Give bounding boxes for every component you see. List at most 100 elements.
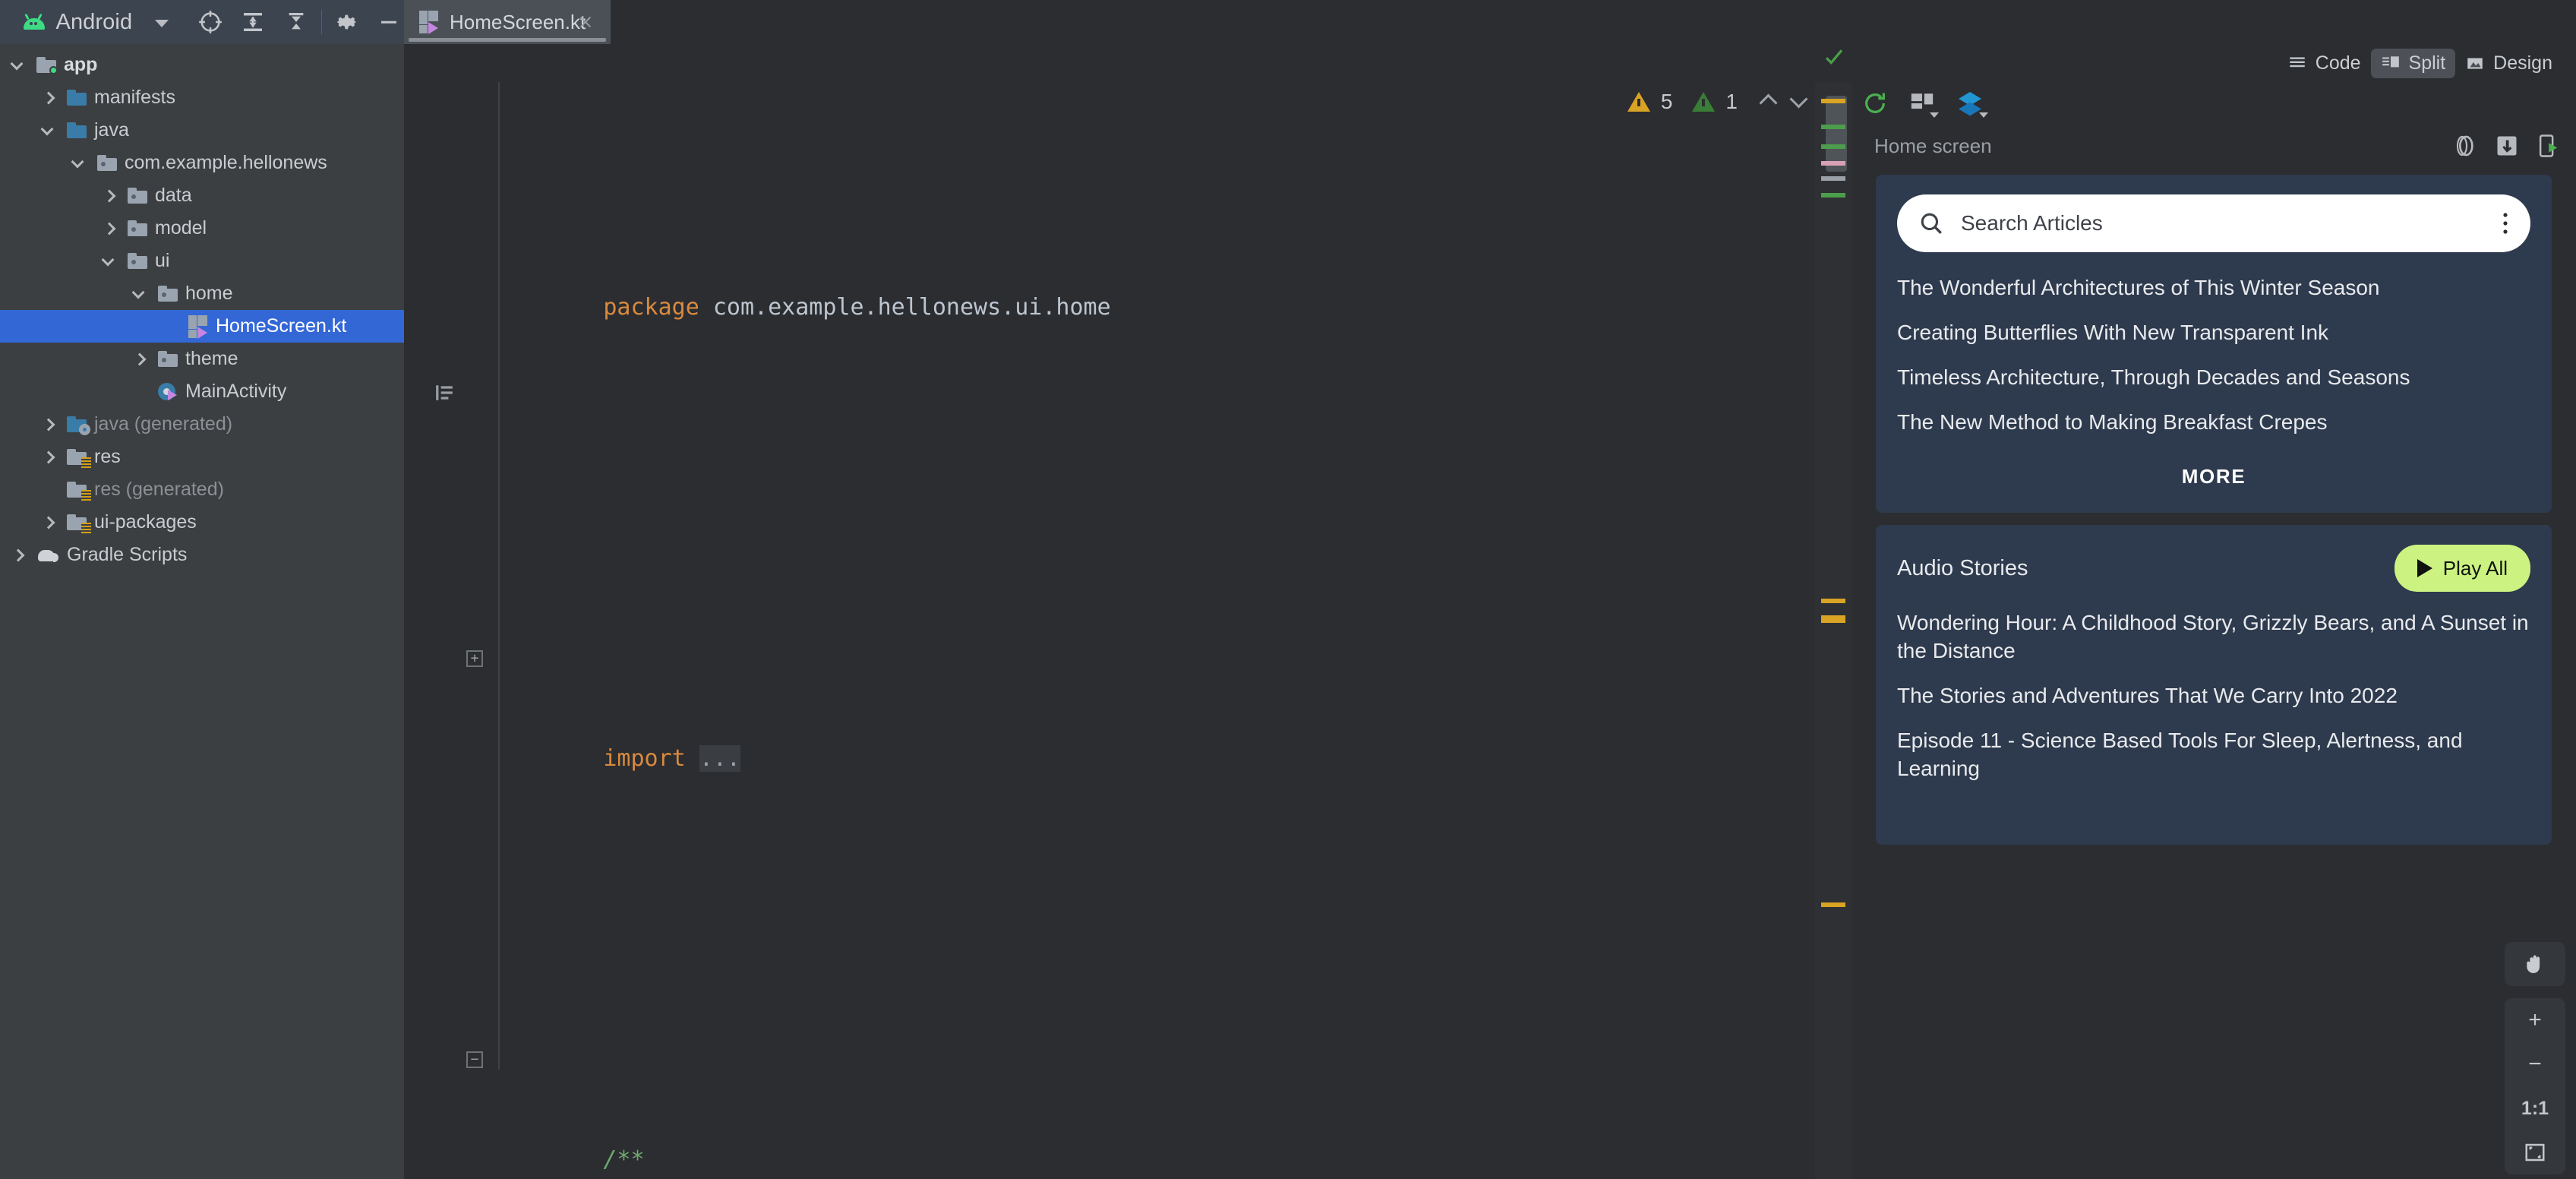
warning-triangle-green[interactable]: [1692, 92, 1716, 112]
chevron-right-icon[interactable]: [41, 90, 56, 106]
stripe-marker-change[interactable]: [1821, 161, 1845, 166]
chevron-down-icon[interactable]: [155, 19, 169, 27]
tree-item-mainactivity[interactable]: MainActivity: [0, 375, 404, 408]
tree-item-model[interactable]: model: [0, 212, 404, 245]
tree-item-ui[interactable]: ui: [0, 245, 404, 277]
chevron-down-icon[interactable]: [1789, 92, 1809, 112]
tab-homescreen-kt[interactable]: HomeScreen.kt: [404, 0, 611, 44]
compose-preview-pane[interactable]: Home screen Search Articles The Wonderfu…: [1852, 82, 2576, 1179]
chevron-up-icon[interactable]: [1759, 92, 1779, 112]
audio-story-item[interactable]: Wondering Hour: A Childhood Story, Grizz…: [1897, 608, 2530, 665]
zoom-in-button[interactable]: +: [2505, 998, 2565, 1042]
search-input[interactable]: Search Articles: [1961, 211, 2485, 235]
kotlin-file-icon: [419, 11, 439, 34]
audio-story-item[interactable]: Episode 11 - Science Based Tools For Sle…: [1897, 726, 2530, 782]
refresh-icon[interactable]: [1862, 90, 1888, 116]
play-all-button[interactable]: Play All: [2394, 545, 2530, 592]
chevron-right-icon[interactable]: [41, 417, 56, 432]
article-item[interactable]: The Wonderful Architectures of This Wint…: [1897, 273, 2530, 302]
tree-item-homescreen-kt[interactable]: HomeScreen.kt: [0, 310, 404, 343]
project-selector-area: Android: [0, 0, 404, 44]
code-line-kdoc-open: − /**: [466, 1035, 1830, 1173]
target-icon[interactable]: [194, 5, 226, 39]
tree-item-data[interactable]: data: [0, 179, 404, 212]
source-code[interactable]: package com.example.hellonews.ui.home + …: [466, 82, 1830, 1179]
tree-label: ui-packages: [94, 511, 197, 533]
stripe-marker-info[interactable]: [1821, 144, 1845, 149]
warning-count: 5: [1660, 90, 1673, 113]
chevron-right-icon[interactable]: [11, 548, 26, 563]
animation-preview-icon[interactable]: [2453, 134, 2477, 158]
editor-gutter[interactable]: [404, 82, 488, 1179]
fold-collapse-icon[interactable]: −: [466, 1051, 483, 1068]
tree-item-theme[interactable]: theme: [0, 343, 404, 375]
tree-item-home[interactable]: home: [0, 277, 404, 310]
article-item[interactable]: Timeless Architecture, Through Decades a…: [1897, 363, 2530, 391]
structure-marker-icon[interactable]: [433, 383, 456, 403]
view-mode-design[interactable]: Design: [2455, 49, 2562, 78]
tree-item-app[interactable]: app: [0, 49, 404, 81]
scrollbar-thumb[interactable]: [1826, 96, 1847, 172]
view-mode-code[interactable]: Code: [2278, 49, 2371, 78]
close-icon[interactable]: [577, 14, 594, 30]
inspection-widget: 5 1: [1627, 90, 1809, 114]
deploy-preview-icon[interactable]: [2537, 134, 2559, 158]
search-bar[interactable]: Search Articles: [1897, 194, 2530, 252]
split-view-icon: [2382, 56, 2399, 68]
stripe-marker-other[interactable]: [1821, 176, 1845, 181]
tree-item-res-generated[interactable]: res (generated): [0, 473, 404, 506]
chevron-right-icon[interactable]: [102, 188, 117, 204]
minimize-icon[interactable]: [373, 5, 404, 39]
chevron-down-icon[interactable]: [102, 254, 117, 269]
stripe-marker-warning[interactable]: [1821, 615, 1845, 623]
stripe-marker-warning[interactable]: [1821, 902, 1845, 907]
preview-canvas[interactable]: Search Articles The Wonderful Architectu…: [1852, 167, 2576, 845]
zoom-out-button[interactable]: −: [2505, 1042, 2565, 1086]
stripe-marker-info[interactable]: [1821, 193, 1845, 198]
stripe-marker-warning[interactable]: [1821, 99, 1845, 103]
chevron-down-icon[interactable]: [41, 123, 56, 138]
warning-triangle-yellow[interactable]: [1627, 92, 1650, 112]
chevron-right-icon[interactable]: [102, 221, 117, 236]
chevron-right-icon[interactable]: [41, 450, 56, 465]
gear-icon[interactable]: [331, 5, 362, 39]
more-button[interactable]: MORE: [1897, 465, 2530, 488]
more-vertical-icon[interactable]: [2502, 210, 2509, 236]
tree-item-res[interactable]: res: [0, 441, 404, 473]
expand-all-icon[interactable]: [238, 5, 269, 39]
stripe-marker-warning[interactable]: [1821, 599, 1845, 603]
collapse-all-icon[interactable]: [281, 5, 312, 39]
article-item[interactable]: Creating Butterflies With New Transparen…: [1897, 318, 2530, 346]
analysis-scrollbar[interactable]: [1815, 49, 1852, 1179]
tree-item-java-generated[interactable]: java (generated): [0, 408, 404, 441]
hand-pan-icon[interactable]: [2505, 942, 2565, 986]
package-path: com.example.hellonews.ui.home: [699, 294, 1111, 321]
chevron-down-icon[interactable]: [11, 58, 26, 73]
fold-expand-icon[interactable]: +: [466, 650, 483, 667]
audio-story-item[interactable]: The Stories and Adventures That We Carry…: [1897, 681, 2530, 710]
tree-item-ui-packages[interactable]: ui-packages: [0, 506, 404, 539]
stripe-marker-info[interactable]: [1821, 125, 1845, 129]
code-editor[interactable]: package com.example.hellonews.ui.home + …: [404, 82, 1832, 1179]
interactive-preview-icon[interactable]: [2496, 134, 2518, 157]
layout-grid-icon[interactable]: [1909, 90, 1939, 118]
chevron-down-icon[interactable]: [71, 156, 87, 171]
actual-size-button[interactable]: 1:1: [2505, 1086, 2565, 1130]
chevron-down-icon[interactable]: [132, 286, 147, 302]
collapsed-imports[interactable]: ...: [699, 745, 740, 772]
article-item[interactable]: The New Method to Making Breakfast Crepe…: [1897, 408, 2530, 436]
layers-icon[interactable]: [1956, 90, 1988, 118]
tree-item-package[interactable]: com.example.hellonews: [0, 147, 404, 179]
chevron-right-icon[interactable]: [132, 352, 147, 367]
tree-item-gradle-scripts[interactable]: Gradle Scripts: [0, 539, 404, 571]
chevron-right-icon[interactable]: [41, 515, 56, 530]
tree-item-java[interactable]: java: [0, 114, 404, 147]
tree-label: theme: [185, 348, 238, 369]
checkmark-icon[interactable]: [1823, 46, 1845, 68]
fit-to-screen-icon[interactable]: [2505, 1130, 2565, 1174]
tree-item-manifests[interactable]: manifests: [0, 81, 404, 114]
kotlin-file-icon: [188, 315, 208, 339]
keyword-package: package: [603, 294, 699, 321]
project-tool-window[interactable]: app manifests java com.example.hellonews…: [0, 44, 404, 1179]
view-mode-split[interactable]: Split: [2370, 48, 2456, 78]
